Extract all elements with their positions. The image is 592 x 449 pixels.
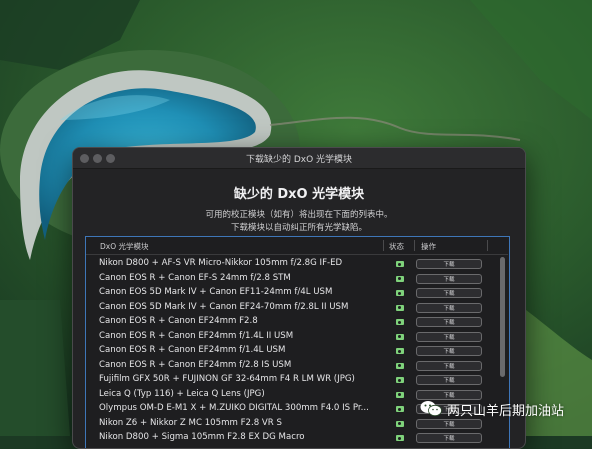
download-button[interactable]: 下载 [416, 317, 482, 327]
dialog-heading: 缺少的 DxO 光学模块 [233, 187, 365, 202]
dialog-subtitle-line1: 可用的校正模块（如有）将出现在下面的列表中。 [205, 210, 393, 220]
table-row[interactable]: Canon EOS 5D Mark IV + Canon EF11-24mm f… [86, 286, 498, 301]
camera-status-icon [396, 319, 404, 325]
module-name: Nikon Z6 + Nikkor Z MC 105mm F2.8 VR S [99, 417, 282, 428]
wechat-icon [420, 401, 442, 417]
module-name: Canon EOS R + Canon EF24mm f/2.8 IS USM [99, 359, 292, 370]
module-name: Canon EOS R + Canon EF24mm f/1.4L USM [99, 345, 286, 355]
table-row[interactable]: Canon EOS R + Canon EF24mm F2.8 下载 [86, 315, 498, 330]
download-button[interactable]: 下载 [416, 302, 482, 313]
table-row[interactable]: Canon EOS 5D Mark IV + Canon EF24-70mm f… [86, 301, 498, 316]
column-header-module[interactable]: DxO 光学模块 [100, 241, 149, 252]
camera-status-icon [396, 391, 404, 398]
module-name: Nikon D800 + Sigma 105mm F2.8 EX DG Macr… [99, 432, 305, 442]
camera-status-icon [396, 261, 404, 267]
download-button[interactable]: 下载 [416, 259, 482, 269]
camera-status-icon [396, 275, 404, 282]
module-name: Fujifilm GFX 50R + FUJINON GF 32-64mm F4… [99, 374, 355, 384]
column-header-action[interactable]: 操作 [421, 241, 436, 252]
module-name: Leica Q (Typ 116) + Leica Q Lens (JPG) [99, 388, 265, 399]
download-button[interactable]: 下载 [416, 273, 482, 284]
module-name: Canon EOS R + Canon EF24mm F2.8 [99, 316, 258, 326]
table-row[interactable]: Canon EOS R + Canon EF24mm f/1.4L II USM… [86, 330, 498, 345]
window-title: 下载缺少的 DxO 光学模块 [245, 155, 353, 165]
camera-status-icon [396, 406, 404, 412]
title-bar: 下载缺少的 DxO 光学模块 [73, 148, 525, 169]
module-name: Canon EOS 5D Mark IV + Canon EF11-24mm f… [99, 287, 333, 297]
table-row[interactable]: Canon EOS R + Canon EF24mm f/1.4L USM 下载 [86, 344, 498, 359]
table-row[interactable]: Nikon D800 + AF-S VR Micro-Nikkor 105mm … [86, 257, 498, 272]
column-divider [414, 240, 415, 251]
column-divider [383, 240, 384, 251]
camera-status-icon [396, 304, 404, 311]
table-row[interactable]: Canon EOS R + Canon EF24mm f/2.8 IS USM … [86, 359, 498, 374]
download-button[interactable]: 下载 [416, 331, 482, 342]
camera-status-icon [396, 377, 404, 383]
camera-status-icon [396, 348, 404, 354]
download-button[interactable]: 下载 [416, 375, 482, 385]
module-name: Canon EOS R + Canon EF-S 24mm f/2.8 STM [99, 272, 291, 283]
wechat-watermark: 两只山羊后期加油站 [420, 398, 590, 420]
table-row[interactable]: Nikon D800 + Sigma 105mm F2.8 EX DG Macr… [86, 431, 498, 446]
column-header-status[interactable]: 状态 [389, 241, 404, 252]
scrollbar-thumb[interactable] [500, 257, 505, 377]
download-button[interactable]: 下载 [416, 288, 482, 298]
module-name: Canon EOS 5D Mark IV + Canon EF24-70mm f… [99, 301, 349, 312]
download-button[interactable]: 下载 [416, 360, 482, 371]
module-name: Olympus OM-D E-M1 X + M.ZUIKO DIGITAL 30… [99, 403, 369, 413]
camera-status-icon [396, 362, 404, 369]
module-name: Canon EOS R + Canon EF24mm f/1.4L II USM [99, 330, 294, 341]
module-name: Nikon D800 + AF-S VR Micro-Nikkor 105mm … [99, 258, 343, 268]
camera-status-icon [396, 333, 404, 340]
dialog-subtitle-line2: 下载模块以自动纠正所有光学缺陷。 [230, 223, 367, 233]
table-row[interactable]: Canon EOS R + Canon EF-S 24mm f/2.8 STM … [86, 272, 498, 287]
watermark-text: 两只山羊后期加油站 [447, 404, 565, 419]
column-divider [487, 240, 488, 251]
download-button[interactable]: 下载 [416, 418, 482, 429]
camera-status-icon [396, 420, 404, 427]
camera-status-icon [396, 290, 404, 296]
table-row[interactable]: Fujifilm GFX 50R + FUJINON GF 32-64mm F4… [86, 373, 498, 388]
download-button[interactable]: 下载 [416, 433, 482, 443]
table-header: DxO 光学模块 状态 操作 [86, 237, 508, 255]
download-button[interactable]: 下载 [416, 346, 482, 356]
